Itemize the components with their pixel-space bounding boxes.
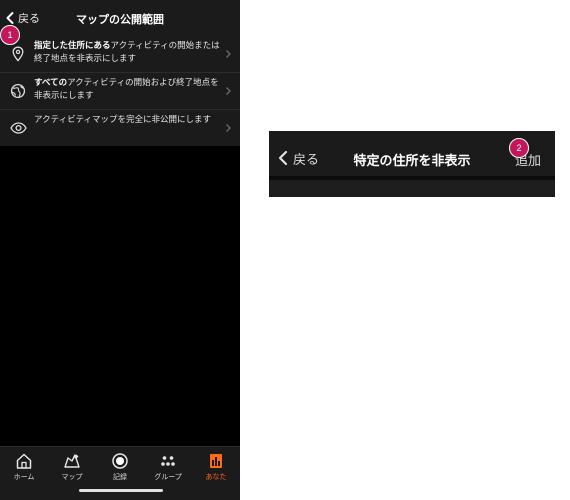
home-indicator <box>79 489 163 492</box>
record-icon <box>112 453 128 469</box>
you-icon <box>210 454 222 468</box>
tab-map[interactable]: マップ <box>50 452 94 486</box>
address-list <box>269 180 555 197</box>
option-hide-all-endpoints[interactable]: すべてのアクティビティの開始および終了地点を非表示にします <box>0 73 240 110</box>
nav-bar: 戻る マップの公開範囲 <box>0 0 240 36</box>
option-hide-specific-address[interactable]: 指定した住所にあるアクティビティの開始または終了地点を非表示にします <box>0 36 240 73</box>
globe-icon <box>9 82 27 100</box>
callout-badge-1: 1 <box>0 25 20 45</box>
chevron-right-icon <box>226 87 231 95</box>
group-icon <box>161 456 175 466</box>
visibility-options-list: 指定した住所にあるアクティビティの開始または終了地点を非表示にします すべてのア… <box>0 36 240 146</box>
eye-icon <box>9 119 27 137</box>
home-icon <box>16 453 32 469</box>
map-icon <box>64 454 80 468</box>
page-title: マップの公開範囲 <box>76 13 164 26</box>
tab-you[interactable]: あなた <box>194 452 238 486</box>
location-pin-icon <box>9 45 27 63</box>
option-description: すべてのアクティビティの開始および終了地点を非表示にします <box>34 78 219 101</box>
option-hide-map-completely[interactable]: アクティビティマップを完全に非公開にします <box>0 110 240 146</box>
tab-home[interactable]: ホーム <box>2 452 46 486</box>
chevron-right-icon <box>226 124 231 132</box>
option-description: アクティビティマップを完全に非公開にします <box>34 115 212 125</box>
chevron-right-icon <box>226 50 231 58</box>
tab-group[interactable]: グループ <box>146 452 190 486</box>
callout-badge-2: 2 <box>509 138 529 158</box>
tab-record[interactable]: 記録 <box>98 452 142 486</box>
option-description: 指定した住所にあるアクティビティの開始または終了地点を非表示にします <box>34 41 220 64</box>
privacy-settings-screen: 戻る マップの公開範囲 指定した住所にあるアクティビティの開始または終了地点を非… <box>0 0 240 500</box>
